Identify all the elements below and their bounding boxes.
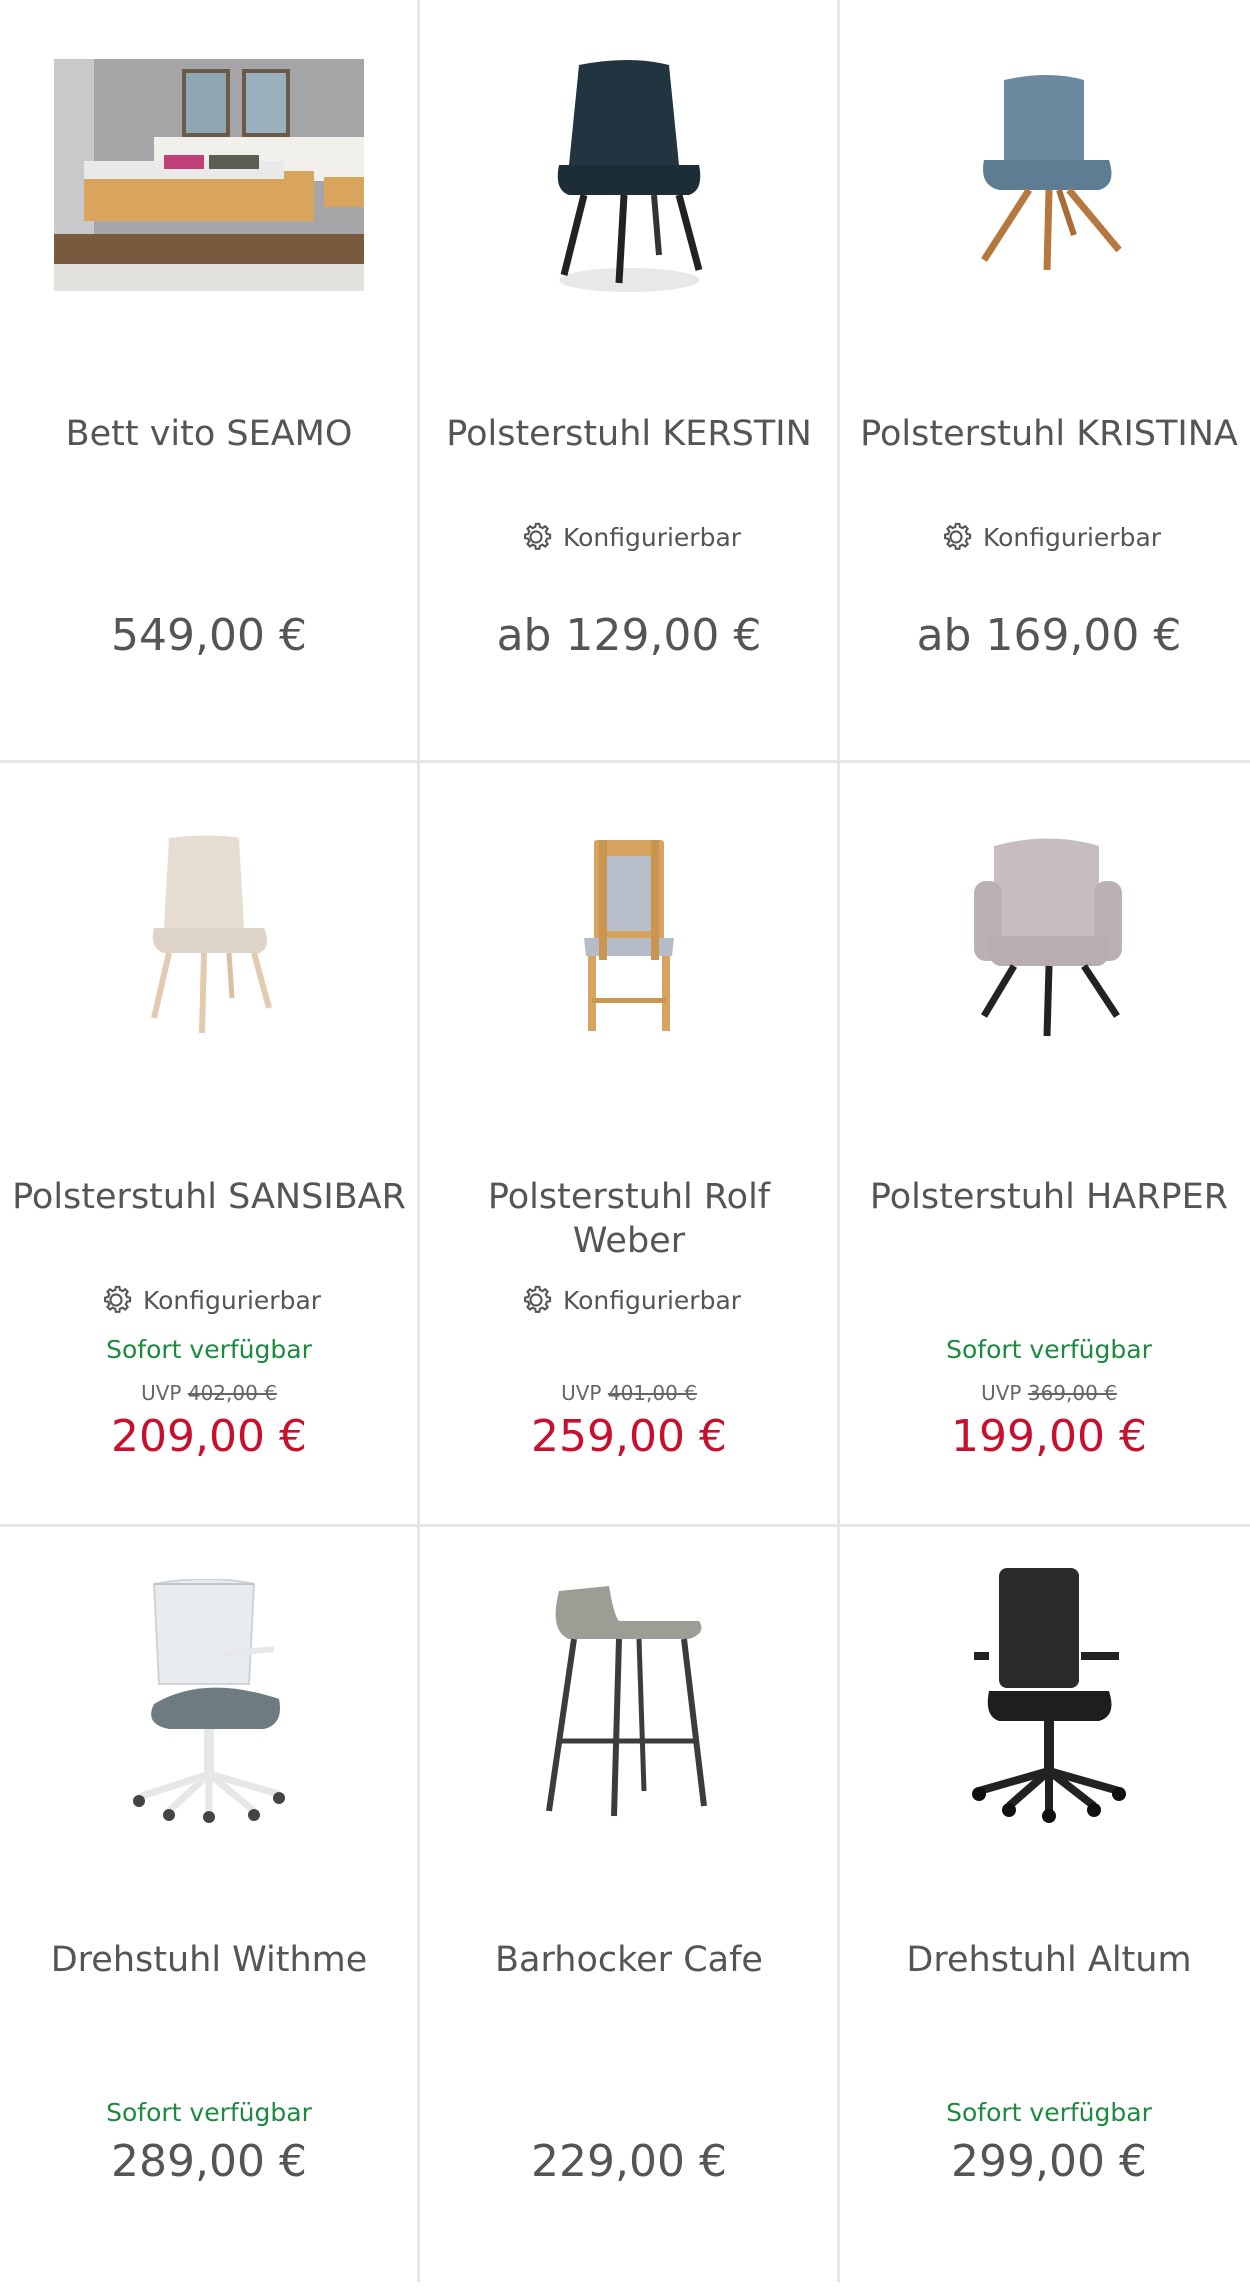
chair-harper-icon [974, 838, 1122, 1036]
product-image[interactable] [840, 50, 1250, 300]
availability-label: Sofort verfügbar [946, 2098, 1152, 2127]
product-title[interactable]: Drehstuhl Withme [10, 1938, 408, 1982]
gear-icon [523, 522, 552, 550]
product-image[interactable] [420, 813, 838, 1063]
product-card[interactable]: Polsterstuhl KERSTIN Konfigurierbar ab 1… [420, 0, 838, 763]
product-image[interactable] [0, 813, 418, 1063]
gear-icon [523, 1285, 552, 1313]
configurable-label: Konfigurierbar [142, 1285, 322, 1315]
product-price: 229,00 € [531, 2136, 727, 2187]
product-title[interactable]: Barhocker Cafe [430, 1938, 828, 1982]
product-image[interactable] [840, 1568, 1250, 1823]
product-card[interactable]: Polsterstuhl SANSIBAR Konfigurierbar Sof… [0, 763, 418, 1526]
product-price: 209,00 € [111, 1411, 307, 1462]
product-card[interactable]: Drehstuhl Altum Sofort verfügbar 299,00 … [840, 1526, 1250, 2289]
product-price: 549,00 € [111, 610, 307, 661]
uvp-price: UVP 401,00 € [561, 1381, 697, 1405]
product-price: ab 129,00 € [496, 610, 762, 661]
product-title[interactable]: Polsterstuhl SANSIBAR [10, 1175, 408, 1219]
configurable-label: Konfigurierbar [982, 522, 1162, 552]
product-price: ab 169,00 € [916, 610, 1182, 661]
gear-icon [103, 1285, 132, 1313]
product-price: 199,00 € [951, 1411, 1147, 1462]
configurable-badge: Konfigurierbar [420, 518, 838, 556]
product-title[interactable]: Polsterstuhl Rolf Weber [430, 1175, 828, 1263]
product-card[interactable]: Polsterstuhl Rolf Weber Konfigurierbar U… [420, 763, 838, 1526]
uvp-price: UVP 402,00 € [141, 1381, 277, 1405]
product-image[interactable] [840, 813, 1250, 1063]
product-title[interactable]: Polsterstuhl KERSTIN [430, 412, 828, 456]
office-chair-altum-icon [972, 1568, 1126, 1823]
product-card[interactable]: Barhocker Cafe 229,00 € [420, 1526, 838, 2289]
office-chair-withme-icon [133, 1578, 285, 1823]
bar-stool-icon [546, 1586, 707, 1817]
product-title[interactable]: Bett vito SEAMO [10, 412, 408, 456]
product-card[interactable]: Polsterstuhl KRISTINA Konfigurierbar ab … [840, 0, 1250, 763]
chair-kristina-icon [981, 75, 1122, 271]
chair-rolf-weber-icon [584, 840, 674, 1031]
product-grid: Bett vito SEAMO 549,00 € Polsterstuhl KE… [0, 0, 1250, 2282]
product-title[interactable]: Polsterstuhl KRISTINA [850, 412, 1248, 456]
product-image[interactable] [0, 50, 418, 300]
product-card[interactable]: Drehstuhl Withme Sofort verfügbar 289,00… [0, 1526, 418, 2289]
product-price: 299,00 € [951, 2136, 1147, 2187]
product-image[interactable] [420, 50, 838, 300]
chair-sansibar-icon [151, 835, 272, 1034]
configurable-label: Konfigurierbar [562, 522, 742, 552]
product-card[interactable]: Polsterstuhl HARPER Sofort verfügbar UVP… [840, 763, 1250, 1526]
configurable-badge: Konfigurierbar [420, 1281, 838, 1319]
product-image[interactable] [420, 1576, 838, 1826]
configurable-badge: Konfigurierbar [840, 518, 1250, 556]
product-title[interactable]: Polsterstuhl HARPER [850, 1175, 1248, 1219]
bed-image-icon [54, 59, 364, 291]
chair-kerstin-icon [557, 60, 703, 292]
availability-label: Sofort verfügbar [106, 2098, 312, 2127]
availability-label: Sofort verfügbar [106, 1335, 312, 1364]
configurable-badge: Konfigurierbar [0, 1281, 418, 1319]
gear-icon [943, 522, 972, 550]
availability-label: Sofort verfügbar [946, 1335, 1152, 1364]
uvp-price: UVP 369,00 € [981, 1381, 1117, 1405]
product-card[interactable]: Bett vito SEAMO 549,00 € [0, 0, 418, 763]
product-price: 259,00 € [531, 1411, 727, 1462]
product-image[interactable] [0, 1576, 418, 1826]
product-price: 289,00 € [111, 2136, 307, 2187]
configurable-label: Konfigurierbar [562, 1285, 742, 1315]
product-title[interactable]: Drehstuhl Altum [850, 1938, 1248, 1982]
